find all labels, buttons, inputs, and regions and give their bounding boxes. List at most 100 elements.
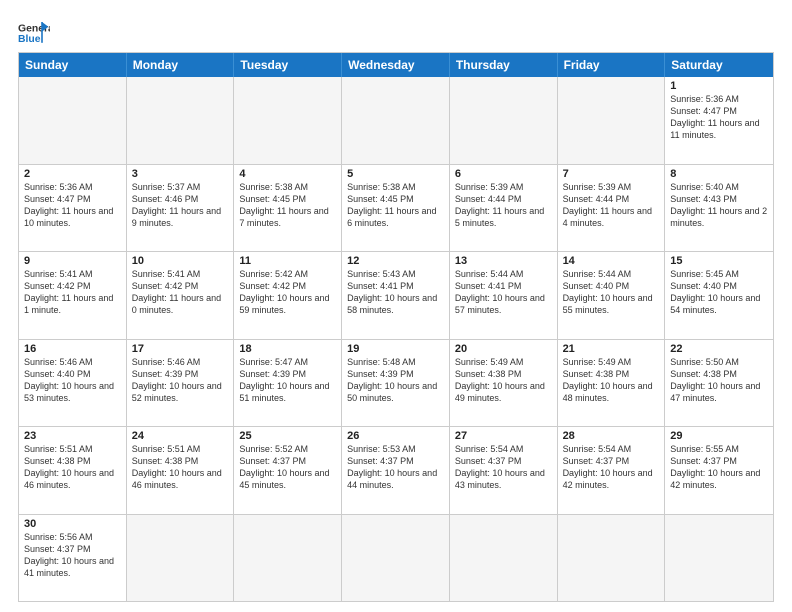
header: General Blue <box>18 16 774 48</box>
day-number: 5 <box>347 168 444 180</box>
calendar-empty-cell <box>19 77 127 164</box>
logo: General Blue <box>18 20 50 48</box>
day-info: Sunrise: 5:42 AM Sunset: 4:42 PM Dayligh… <box>239 268 336 317</box>
calendar-empty-cell <box>558 515 666 602</box>
day-number: 6 <box>455 168 552 180</box>
calendar-day-14: 14Sunrise: 5:44 AM Sunset: 4:40 PM Dayli… <box>558 252 666 339</box>
day-info: Sunrise: 5:44 AM Sunset: 4:40 PM Dayligh… <box>563 268 660 317</box>
day-info: Sunrise: 5:39 AM Sunset: 4:44 PM Dayligh… <box>455 181 552 230</box>
day-info: Sunrise: 5:36 AM Sunset: 4:47 PM Dayligh… <box>670 93 768 142</box>
day-info: Sunrise: 5:51 AM Sunset: 4:38 PM Dayligh… <box>24 443 121 492</box>
day-number: 26 <box>347 430 444 442</box>
calendar-day-16: 16Sunrise: 5:46 AM Sunset: 4:40 PM Dayli… <box>19 340 127 427</box>
day-info: Sunrise: 5:41 AM Sunset: 4:42 PM Dayligh… <box>24 268 121 317</box>
calendar-day-25: 25Sunrise: 5:52 AM Sunset: 4:37 PM Dayli… <box>234 427 342 514</box>
calendar-empty-cell <box>127 77 235 164</box>
calendar-day-12: 12Sunrise: 5:43 AM Sunset: 4:41 PM Dayli… <box>342 252 450 339</box>
day-number: 7 <box>563 168 660 180</box>
day-info: Sunrise: 5:48 AM Sunset: 4:39 PM Dayligh… <box>347 356 444 405</box>
day-info: Sunrise: 5:45 AM Sunset: 4:40 PM Dayligh… <box>670 268 768 317</box>
calendar-week-4: 16Sunrise: 5:46 AM Sunset: 4:40 PM Dayli… <box>19 340 773 428</box>
calendar-empty-cell <box>342 77 450 164</box>
day-number: 29 <box>670 430 768 442</box>
calendar-day-11: 11Sunrise: 5:42 AM Sunset: 4:42 PM Dayli… <box>234 252 342 339</box>
calendar-day-5: 5Sunrise: 5:38 AM Sunset: 4:45 PM Daylig… <box>342 165 450 252</box>
calendar-body: 1Sunrise: 5:36 AM Sunset: 4:47 PM Daylig… <box>19 77 773 601</box>
calendar-day-4: 4Sunrise: 5:38 AM Sunset: 4:45 PM Daylig… <box>234 165 342 252</box>
calendar-day-23: 23Sunrise: 5:51 AM Sunset: 4:38 PM Dayli… <box>19 427 127 514</box>
calendar-empty-cell <box>234 77 342 164</box>
calendar-day-30: 30Sunrise: 5:56 AM Sunset: 4:37 PM Dayli… <box>19 515 127 602</box>
calendar-day-26: 26Sunrise: 5:53 AM Sunset: 4:37 PM Dayli… <box>342 427 450 514</box>
day-info: Sunrise: 5:54 AM Sunset: 4:37 PM Dayligh… <box>455 443 552 492</box>
day-number: 4 <box>239 168 336 180</box>
day-number: 19 <box>347 343 444 355</box>
calendar-day-13: 13Sunrise: 5:44 AM Sunset: 4:41 PM Dayli… <box>450 252 558 339</box>
day-info: Sunrise: 5:51 AM Sunset: 4:38 PM Dayligh… <box>132 443 229 492</box>
calendar-week-5: 23Sunrise: 5:51 AM Sunset: 4:38 PM Dayli… <box>19 427 773 515</box>
day-number: 23 <box>24 430 121 442</box>
day-number: 24 <box>132 430 229 442</box>
calendar-week-3: 9Sunrise: 5:41 AM Sunset: 4:42 PM Daylig… <box>19 252 773 340</box>
calendar: SundayMondayTuesdayWednesdayThursdayFrid… <box>18 52 774 602</box>
header-day-friday: Friday <box>558 53 666 77</box>
day-number: 30 <box>24 518 121 530</box>
day-number: 18 <box>239 343 336 355</box>
calendar-day-18: 18Sunrise: 5:47 AM Sunset: 4:39 PM Dayli… <box>234 340 342 427</box>
day-info: Sunrise: 5:40 AM Sunset: 4:43 PM Dayligh… <box>670 181 768 230</box>
day-number: 12 <box>347 255 444 267</box>
header-day-sunday: Sunday <box>19 53 127 77</box>
calendar-day-8: 8Sunrise: 5:40 AM Sunset: 4:43 PM Daylig… <box>665 165 773 252</box>
logo-icon: General Blue <box>18 20 50 48</box>
day-info: Sunrise: 5:38 AM Sunset: 4:45 PM Dayligh… <box>347 181 444 230</box>
calendar-day-1: 1Sunrise: 5:36 AM Sunset: 4:47 PM Daylig… <box>665 77 773 164</box>
day-info: Sunrise: 5:52 AM Sunset: 4:37 PM Dayligh… <box>239 443 336 492</box>
day-info: Sunrise: 5:55 AM Sunset: 4:37 PM Dayligh… <box>670 443 768 492</box>
calendar-day-27: 27Sunrise: 5:54 AM Sunset: 4:37 PM Dayli… <box>450 427 558 514</box>
day-number: 10 <box>132 255 229 267</box>
day-number: 17 <box>132 343 229 355</box>
day-info: Sunrise: 5:47 AM Sunset: 4:39 PM Dayligh… <box>239 356 336 405</box>
calendar-empty-cell <box>450 515 558 602</box>
day-info: Sunrise: 5:49 AM Sunset: 4:38 PM Dayligh… <box>455 356 552 405</box>
calendar-week-2: 2Sunrise: 5:36 AM Sunset: 4:47 PM Daylig… <box>19 165 773 253</box>
calendar-day-10: 10Sunrise: 5:41 AM Sunset: 4:42 PM Dayli… <box>127 252 235 339</box>
calendar-day-29: 29Sunrise: 5:55 AM Sunset: 4:37 PM Dayli… <box>665 427 773 514</box>
calendar-day-2: 2Sunrise: 5:36 AM Sunset: 4:47 PM Daylig… <box>19 165 127 252</box>
header-day-monday: Monday <box>127 53 235 77</box>
calendar-day-21: 21Sunrise: 5:49 AM Sunset: 4:38 PM Dayli… <box>558 340 666 427</box>
day-number: 20 <box>455 343 552 355</box>
day-number: 1 <box>670 80 768 92</box>
day-info: Sunrise: 5:44 AM Sunset: 4:41 PM Dayligh… <box>455 268 552 317</box>
day-info: Sunrise: 5:38 AM Sunset: 4:45 PM Dayligh… <box>239 181 336 230</box>
calendar-day-6: 6Sunrise: 5:39 AM Sunset: 4:44 PM Daylig… <box>450 165 558 252</box>
calendar-day-20: 20Sunrise: 5:49 AM Sunset: 4:38 PM Dayli… <box>450 340 558 427</box>
day-info: Sunrise: 5:46 AM Sunset: 4:40 PM Dayligh… <box>24 356 121 405</box>
calendar-day-24: 24Sunrise: 5:51 AM Sunset: 4:38 PM Dayli… <box>127 427 235 514</box>
day-info: Sunrise: 5:39 AM Sunset: 4:44 PM Dayligh… <box>563 181 660 230</box>
day-number: 11 <box>239 255 336 267</box>
day-number: 8 <box>670 168 768 180</box>
header-day-wednesday: Wednesday <box>342 53 450 77</box>
day-number: 16 <box>24 343 121 355</box>
day-info: Sunrise: 5:41 AM Sunset: 4:42 PM Dayligh… <box>132 268 229 317</box>
day-number: 13 <box>455 255 552 267</box>
calendar-day-28: 28Sunrise: 5:54 AM Sunset: 4:37 PM Dayli… <box>558 427 666 514</box>
calendar-day-22: 22Sunrise: 5:50 AM Sunset: 4:38 PM Dayli… <box>665 340 773 427</box>
calendar-empty-cell <box>450 77 558 164</box>
calendar-day-19: 19Sunrise: 5:48 AM Sunset: 4:39 PM Dayli… <box>342 340 450 427</box>
day-number: 25 <box>239 430 336 442</box>
calendar-empty-cell <box>558 77 666 164</box>
calendar-day-3: 3Sunrise: 5:37 AM Sunset: 4:46 PM Daylig… <box>127 165 235 252</box>
day-number: 14 <box>563 255 660 267</box>
header-day-saturday: Saturday <box>665 53 773 77</box>
day-number: 22 <box>670 343 768 355</box>
day-number: 27 <box>455 430 552 442</box>
calendar-week-1: 1Sunrise: 5:36 AM Sunset: 4:47 PM Daylig… <box>19 77 773 165</box>
day-number: 9 <box>24 255 121 267</box>
day-info: Sunrise: 5:37 AM Sunset: 4:46 PM Dayligh… <box>132 181 229 230</box>
day-info: Sunrise: 5:43 AM Sunset: 4:41 PM Dayligh… <box>347 268 444 317</box>
day-info: Sunrise: 5:54 AM Sunset: 4:37 PM Dayligh… <box>563 443 660 492</box>
header-day-tuesday: Tuesday <box>234 53 342 77</box>
calendar-day-9: 9Sunrise: 5:41 AM Sunset: 4:42 PM Daylig… <box>19 252 127 339</box>
